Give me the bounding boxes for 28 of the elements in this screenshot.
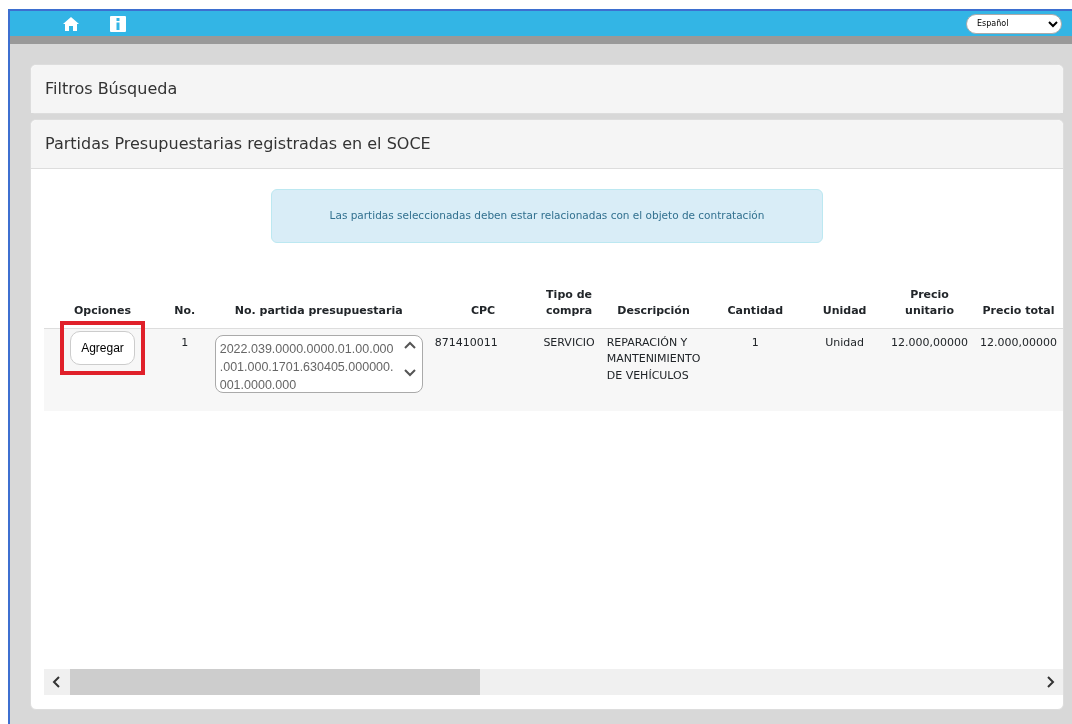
table-cell: 1 xyxy=(706,328,805,411)
table-cell: 1 xyxy=(160,328,209,411)
info-alert: Las partidas seleccionadas deben estar relacionadas con el objeto de contratación xyxy=(271,189,823,243)
column-header: Precio total xyxy=(974,282,1063,329)
table-cell: Unidad xyxy=(804,328,886,411)
language-select[interactable]: Español xyxy=(966,13,1062,34)
add-button[interactable]: Agregar xyxy=(70,330,135,365)
home-icon[interactable] xyxy=(62,15,80,32)
table-cell: REPARACIÓN Y MANTENIMIENTO DE VEHÍCULOS xyxy=(600,328,707,411)
column-header: No. xyxy=(160,282,209,329)
table-cell: SERVICIO xyxy=(537,328,601,411)
column-header: No. partida presupuestaria xyxy=(208,282,429,329)
budget-item-field[interactable]: 2022.039.0000.0000.01.00.000.001.000.1701.630405.000000.001.0000.000 xyxy=(214,334,423,393)
column-header: Cantidad xyxy=(706,282,805,329)
scrollbar-thumb[interactable] xyxy=(70,669,480,695)
table-cell: 12.000,00000 xyxy=(974,328,1063,411)
panel-title[interactable]: Filtros Búsqueda xyxy=(31,65,1063,113)
column-header: CPC xyxy=(428,282,538,329)
column-header: Precio unitario xyxy=(885,282,974,329)
info-icon[interactable] xyxy=(110,15,126,32)
table-cell: 12.000,00000 xyxy=(885,328,974,411)
table-cell: 871410011 xyxy=(428,328,538,411)
column-header: Descripción xyxy=(600,282,707,329)
column-header: Unidad xyxy=(804,282,886,329)
panel-title: Partidas Presupuestarias registradas en el SOCE xyxy=(31,120,1063,169)
column-header: Opciones xyxy=(44,282,161,329)
column-header: Tipo de compra xyxy=(537,282,601,329)
horizontal-scrollbar[interactable] xyxy=(44,669,1063,695)
